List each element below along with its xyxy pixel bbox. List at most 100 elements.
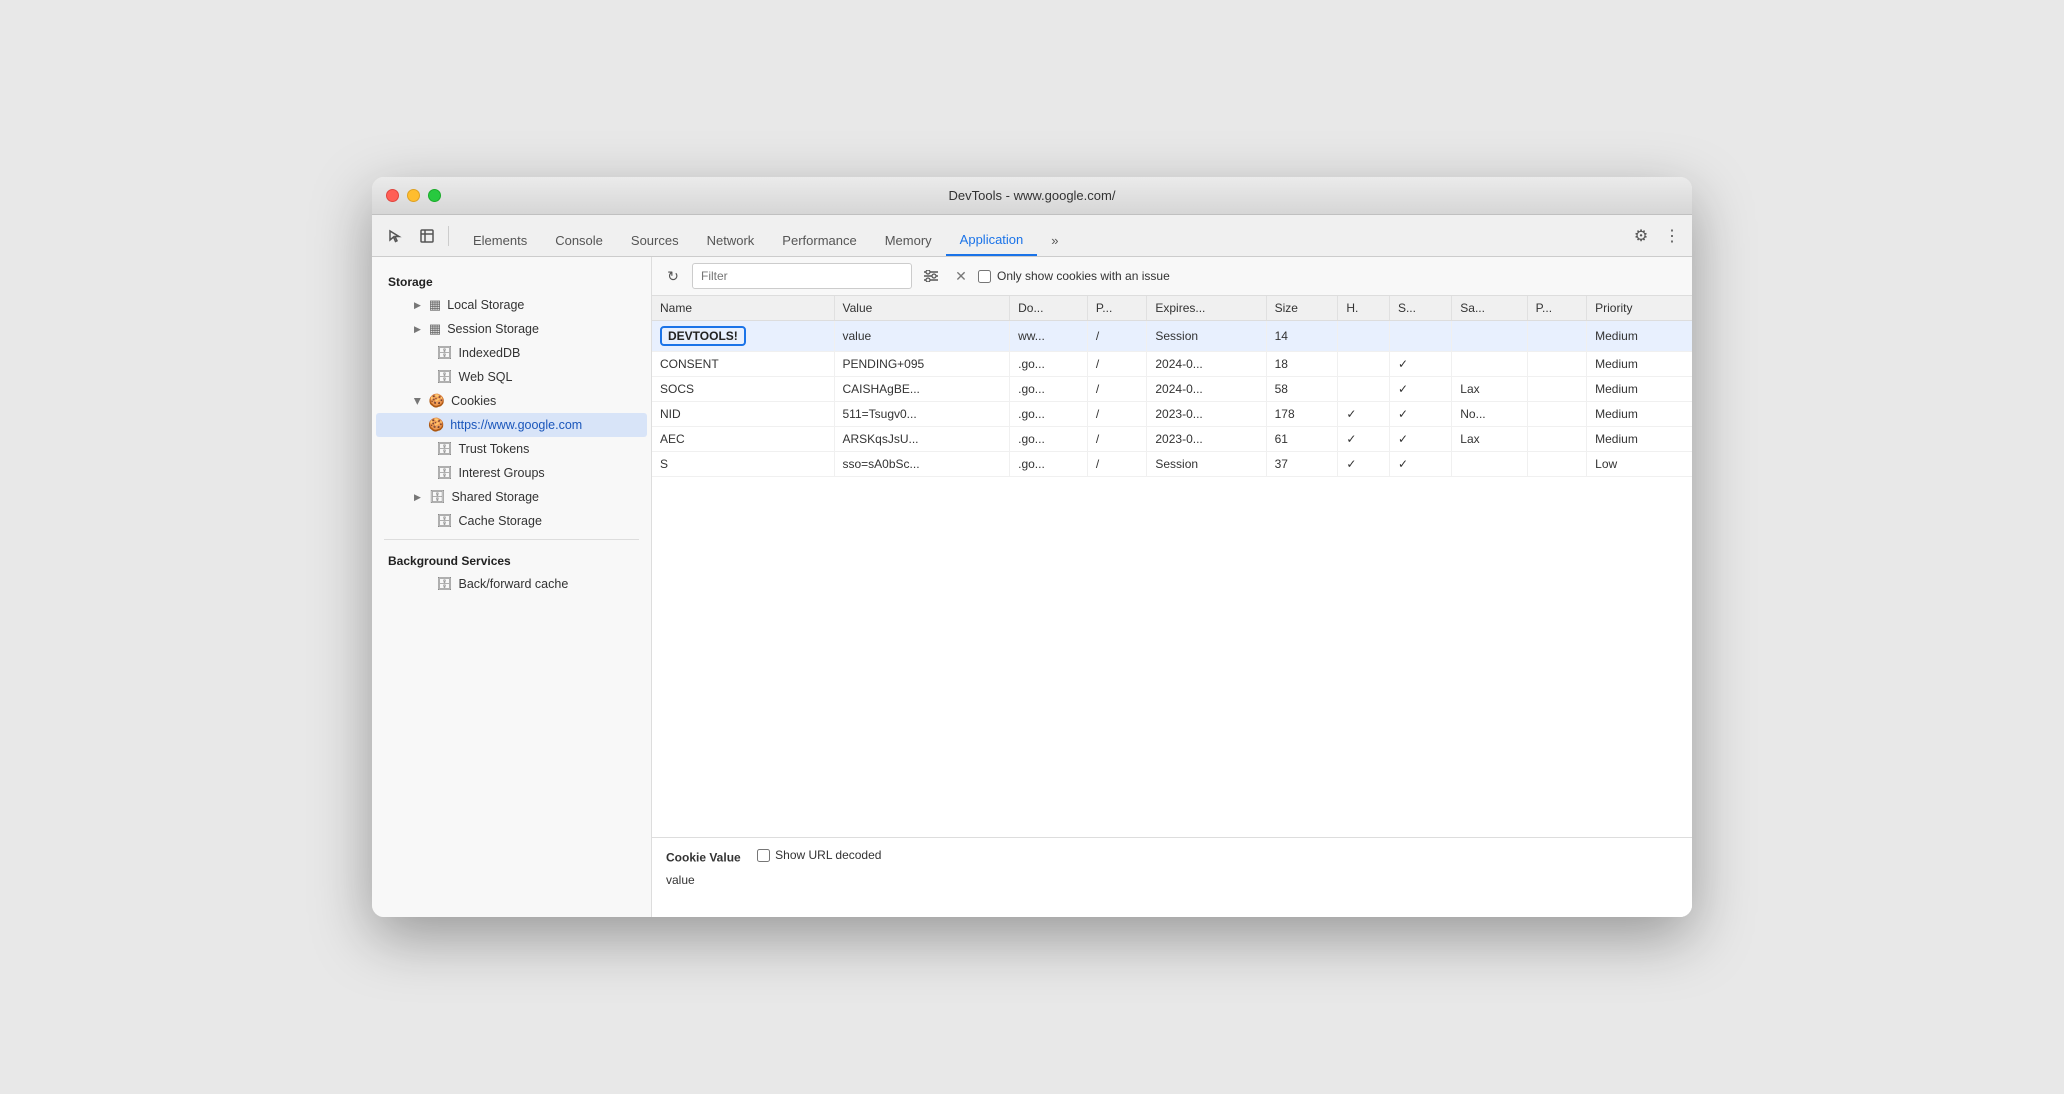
- sidebar-item-cookies-google[interactable]: 🍪 https://www.google.com: [376, 413, 647, 437]
- table-row[interactable]: DEVTOOLS! value ww... / Session 14 Mediu…: [652, 321, 1692, 352]
- table-row[interactable]: CONSENT PENDING+095 .go... / 2024-0... 1…: [652, 352, 1692, 377]
- cookies-table: Name Value Do... P... Expires... Size H.…: [652, 296, 1692, 477]
- cookie-expires-cell: 2024-0...: [1147, 377, 1266, 402]
- cookie-name-cell[interactable]: DEVTOOLS!: [652, 321, 834, 352]
- table-row[interactable]: S sso=sA0bSc... .go... / Session 37 ✓ ✓ …: [652, 452, 1692, 477]
- sidebar-item-shared-storage[interactable]: ▶ 🗄 Shared Storage: [376, 485, 647, 509]
- cookie-domain-cell: .go...: [1010, 402, 1088, 427]
- cookie-size-cell: 14: [1266, 321, 1338, 352]
- col-samesite[interactable]: Sa...: [1452, 296, 1527, 321]
- cookie-partitioned-cell: [1527, 321, 1587, 352]
- cookie-samesite-cell: [1452, 321, 1527, 352]
- refresh-button[interactable]: ↻: [660, 263, 686, 289]
- cookie-httponly-cell: [1338, 321, 1390, 352]
- show-url-decoded-label[interactable]: Show URL decoded: [757, 848, 881, 862]
- cookie-expires-cell: 2023-0...: [1147, 427, 1266, 452]
- filter-input[interactable]: [692, 263, 912, 289]
- cylinder-icon: 🗄: [436, 465, 453, 481]
- cookie-samesite-cell: No...: [1452, 402, 1527, 427]
- cookie-domain-cell: .go...: [1010, 427, 1088, 452]
- cookie-samesite-cell: [1452, 452, 1527, 477]
- cookie-value-section: Cookie Value Show URL decoded value: [652, 837, 1692, 917]
- col-name[interactable]: Name: [652, 296, 834, 321]
- col-path[interactable]: P...: [1087, 296, 1147, 321]
- cookie-path-cell: /: [1087, 402, 1147, 427]
- titlebar: DevTools - www.google.com/: [372, 177, 1692, 215]
- cookie-size-cell: 18: [1266, 352, 1338, 377]
- devtools-highlight: DEVTOOLS!: [660, 326, 746, 346]
- arrow-icon: ▶: [414, 300, 421, 311]
- show-url-decoded-checkbox[interactable]: [757, 849, 770, 862]
- table-row[interactable]: NID 511=Tsugv0... .go... / 2023-0... 178…: [652, 402, 1692, 427]
- col-expires[interactable]: Expires...: [1147, 296, 1266, 321]
- cookie-value-cell: CAISHAgBE...: [834, 377, 1010, 402]
- sidebar-item-cache-storage[interactable]: 🗄 Cache Storage: [376, 509, 647, 533]
- tab-more[interactable]: »: [1037, 224, 1072, 256]
- col-domain[interactable]: Do...: [1010, 296, 1088, 321]
- col-secure[interactable]: S...: [1389, 296, 1451, 321]
- cursor-tool-button[interactable]: [380, 222, 410, 250]
- cookie-value-text: value: [666, 873, 1678, 887]
- sidebar-item-indexed-db[interactable]: 🗄 IndexedDB: [376, 341, 647, 365]
- arrow-down-icon: ▶: [412, 398, 423, 405]
- more-menu-button[interactable]: ⋮: [1660, 222, 1684, 250]
- issue-checkbox[interactable]: [978, 270, 991, 283]
- tab-performance[interactable]: Performance: [768, 224, 870, 256]
- cookie-secure-cell: ✓: [1389, 452, 1451, 477]
- cookie-value-cell: ARSKqsJsU...: [834, 427, 1010, 452]
- cookies-table-container: Name Value Do... P... Expires... Size H.…: [652, 296, 1692, 837]
- filter-settings-icon[interactable]: [918, 263, 944, 289]
- table-row[interactable]: SOCS CAISHAgBE... .go... / 2024-0... 58 …: [652, 377, 1692, 402]
- tab-console[interactable]: Console: [541, 224, 617, 256]
- sidebar-item-local-storage[interactable]: ▶ ▦ Local Storage: [376, 293, 647, 317]
- cookie-value-label: Cookie Value: [666, 851, 741, 865]
- cylinder-icon: 🗄: [429, 489, 446, 505]
- clear-filter-button[interactable]: ✕: [950, 265, 972, 287]
- col-priority[interactable]: Priority: [1587, 296, 1692, 321]
- sidebar-item-back-forward-cache[interactable]: 🗄 Back/forward cache: [376, 572, 647, 596]
- cookie-value-cell: PENDING+095: [834, 352, 1010, 377]
- tab-application[interactable]: Application: [946, 224, 1038, 256]
- sidebar-item-interest-groups[interactable]: 🗄 Interest Groups: [376, 461, 647, 485]
- col-value[interactable]: Value: [834, 296, 1010, 321]
- cookie-httponly-cell: ✓: [1338, 452, 1390, 477]
- inspect-button[interactable]: [412, 222, 442, 250]
- tab-sources[interactable]: Sources: [617, 224, 693, 256]
- table-row[interactable]: AEC ARSKqsJsU... .go... / 2023-0... 61 ✓…: [652, 427, 1692, 452]
- window-title: DevTools - www.google.com/: [949, 188, 1116, 203]
- storage-section-title: Storage: [372, 267, 651, 293]
- grid-icon: ▦: [429, 321, 441, 337]
- cookie-value-header: Cookie Value Show URL decoded: [666, 848, 1678, 867]
- cookie-secure-cell: [1389, 321, 1451, 352]
- sidebar-item-web-sql[interactable]: 🗄 Web SQL: [376, 365, 647, 389]
- cookie-priority-cell: Medium: [1587, 377, 1692, 402]
- tab-network[interactable]: Network: [693, 224, 769, 256]
- sidebar-divider: [384, 539, 639, 540]
- issue-checkbox-label[interactable]: Only show cookies with an issue: [978, 269, 1170, 283]
- close-button[interactable]: [386, 189, 399, 202]
- cookie-expires-cell: 2023-0...: [1147, 402, 1266, 427]
- cookie-size-cell: 37: [1266, 452, 1338, 477]
- minimize-button[interactable]: [407, 189, 420, 202]
- cookie-size-cell: 178: [1266, 402, 1338, 427]
- cookie-priority-cell: Medium: [1587, 321, 1692, 352]
- cookie-path-cell: /: [1087, 377, 1147, 402]
- cookie-size-cell: 58: [1266, 377, 1338, 402]
- maximize-button[interactable]: [428, 189, 441, 202]
- cookie-name-cell: CONSENT: [652, 352, 834, 377]
- tab-elements[interactable]: Elements: [459, 224, 541, 256]
- col-size[interactable]: Size: [1266, 296, 1338, 321]
- sidebar: Storage ▶ ▦ Local Storage ▶ ▦ Session St…: [372, 257, 652, 917]
- sidebar-item-cookies[interactable]: ▶ 🍪 Cookies: [376, 389, 647, 413]
- cookie-path-cell: /: [1087, 321, 1147, 352]
- col-httponly[interactable]: H.: [1338, 296, 1390, 321]
- settings-button[interactable]: ⚙: [1626, 222, 1656, 250]
- cookie-partitioned-cell: [1527, 352, 1587, 377]
- cookie-partitioned-cell: [1527, 427, 1587, 452]
- col-partitioned[interactable]: P...: [1527, 296, 1587, 321]
- sidebar-item-session-storage[interactable]: ▶ ▦ Session Storage: [376, 317, 647, 341]
- sidebar-item-trust-tokens[interactable]: 🗄 Trust Tokens: [376, 437, 647, 461]
- cookie-name-cell: SOCS: [652, 377, 834, 402]
- tab-memory[interactable]: Memory: [871, 224, 946, 256]
- devtools-window: DevTools - www.google.com/ Elements Cons…: [372, 177, 1692, 917]
